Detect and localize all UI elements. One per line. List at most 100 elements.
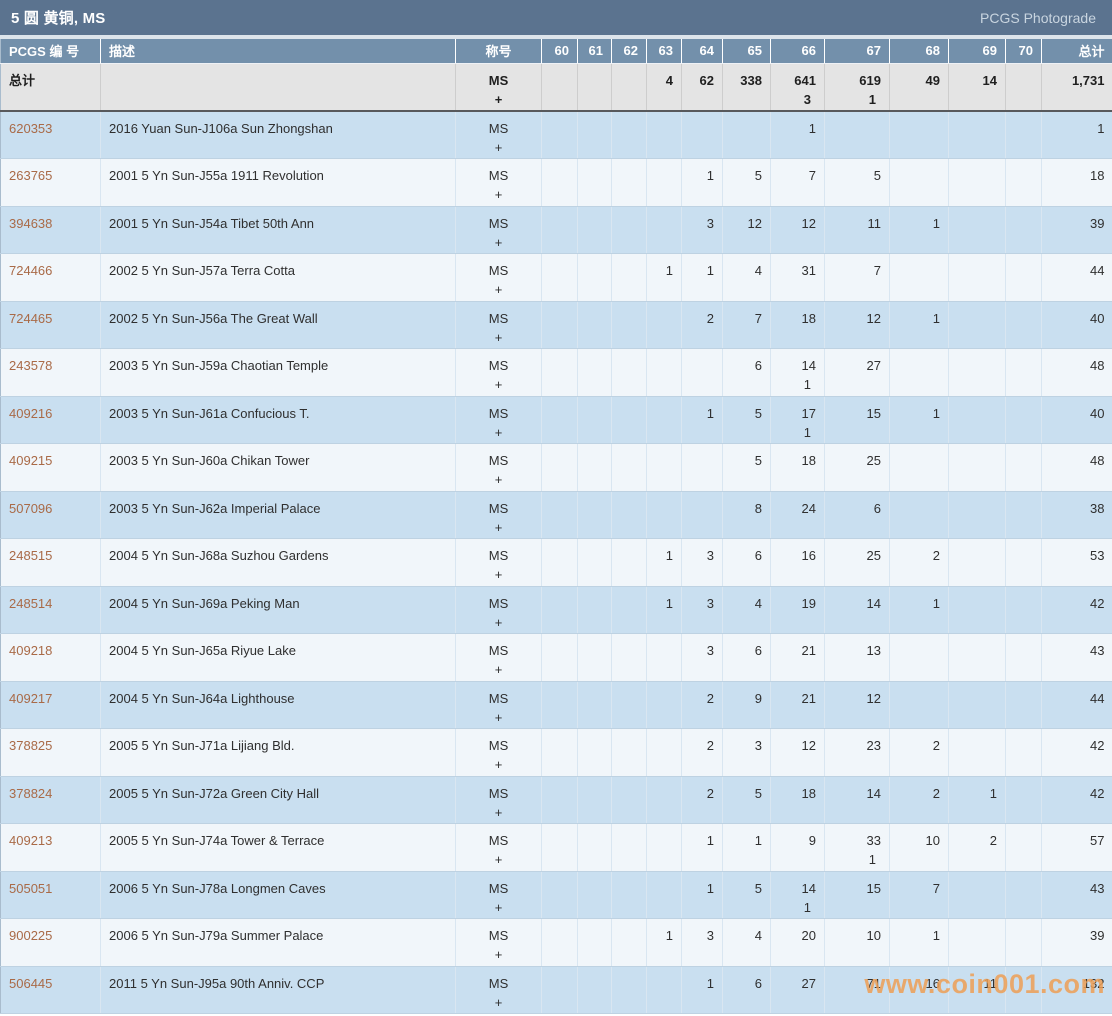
row-total: 44 [1042,681,1112,729]
grade-cell-67: 11 [825,206,890,254]
grade-cell-62 [612,729,647,777]
pcgs-number-link[interactable]: 248515 [9,548,52,563]
coin-description: 2003 5 Yn Sun-J62a Imperial Palace [101,491,456,539]
grade-cell-64: 2 [682,729,723,777]
grade-cell-61 [578,681,612,729]
row-total: 132 [1042,966,1112,1014]
grade-cell-60 [542,919,578,967]
grade-cell-65: 5 [723,444,771,492]
grade-cell-70 [1006,966,1042,1014]
row-total: 44 [1042,254,1112,302]
pcgs-number-link[interactable]: 243578 [9,358,52,373]
grade-cell-60 [542,491,578,539]
coin-description: 2003 5 Yn Sun-J61a Confucious T. [101,396,456,444]
grade-cell-67: 15 [825,871,890,919]
table-row: 409215 2003 5 Yn Sun-J60a Chikan TowerMS+… [1,444,1112,492]
row-total: 53 [1042,539,1112,587]
table-row: 394638 2001 5 Yn Sun-J54a Tibet 50th AnnM… [1,206,1112,254]
pcgs-number-cell: 263765 [1,159,101,207]
pcgs-number-cell: 409216 [1,396,101,444]
grade-cell-62 [612,539,647,587]
grade-cell-62 [612,776,647,824]
grade-cell-70 [1006,254,1042,302]
pcgs-number-link[interactable]: 506445 [9,976,52,991]
pcgs-number-link[interactable]: 409216 [9,406,52,421]
pcgs-number-cell: 409213 [1,824,101,872]
designation-cell: MS+ [456,444,542,492]
grade-cell-70 [1006,824,1042,872]
grade-cell-67: 14 [825,586,890,634]
coin-description: 2006 5 Yn Sun-J78a Longmen Caves [101,871,456,919]
grade-cell-65 [723,111,771,159]
grade-cell-68: 49 [890,63,949,111]
grade-cell-61 [578,871,612,919]
coin-description: 2004 5 Yn Sun-J68a Suzhou Gardens [101,539,456,587]
pcgs-number-link[interactable]: 409218 [9,643,52,658]
pcgs-number-link[interactable]: 620353 [9,121,52,136]
pcgs-number-link[interactable]: 378824 [9,786,52,801]
grade-cell-61 [578,919,612,967]
column-header-total: 总计 [1042,39,1112,63]
grade-cell-63 [647,491,682,539]
grade-cell-67: 25 [825,444,890,492]
coin-description: 2003 5 Yn Sun-J60a Chikan Tower [101,444,456,492]
pcgs-number-cell: 248515 [1,539,101,587]
grade-cell-70 [1006,63,1042,111]
grade-cell-66: 12 [771,206,825,254]
pcgs-number-link[interactable]: 378825 [9,738,52,753]
pcgs-number-link[interactable]: 507096 [9,501,52,516]
grade-cell-62 [612,919,647,967]
grade-cell-64: 2 [682,776,723,824]
grade-cell-66: 9 [771,824,825,872]
grade-cell-65: 4 [723,586,771,634]
grade-cell-67: 13 [825,634,890,682]
designation-cell: MS+ [456,206,542,254]
pcgs-number-link[interactable]: 724465 [9,311,52,326]
grade-cell-67: 27 [825,349,890,397]
pcgs-number-link[interactable]: 505051 [9,881,52,896]
grade-cell-65: 12 [723,206,771,254]
pcgs-number-link[interactable]: 394638 [9,216,52,231]
pcgs-number-link[interactable]: 409213 [9,833,52,848]
pcgs-number-cell: 507096 [1,491,101,539]
grade-cell-64 [682,491,723,539]
coin-description: 2001 5 Yn Sun-J54a Tibet 50th Ann [101,206,456,254]
grade-cell-68 [890,681,949,729]
grade-cell-62 [612,206,647,254]
grade-cell-64: 2 [682,681,723,729]
grade-cell-66: 12 [771,729,825,777]
grade-cell-63 [647,301,682,349]
grade-cell-61 [578,254,612,302]
grade-cell-65: 6 [723,349,771,397]
grade-cell-65: 1 [723,824,771,872]
column-header-g68: 68 [890,39,949,63]
grade-cell-68 [890,349,949,397]
pcgs-number-link[interactable]: 263765 [9,168,52,183]
pcgs-number-cell: 505051 [1,871,101,919]
pcgs-number-cell: 378824 [1,776,101,824]
grade-cell-69 [949,871,1006,919]
grade-cell-66: 141 [771,871,825,919]
grade-cell-62 [612,491,647,539]
grade-cell-69 [949,539,1006,587]
pcgs-number-link[interactable]: 409217 [9,691,52,706]
grade-cell-68: 1 [890,301,949,349]
table-row: 7244652002 5 Yn Sun-J56a The Great WallM… [1,301,1112,349]
pcgs-number-link[interactable]: 409215 [9,453,52,468]
grade-cell-61 [578,824,612,872]
pcgs-number-link[interactable]: 900225 [9,928,52,943]
designation-cell: MS+ [456,824,542,872]
row-total: 48 [1042,349,1112,397]
column-header-g67: 67 [825,39,890,63]
pcgs-number-link[interactable]: 248514 [9,596,52,611]
pcgs-photograde-link[interactable]: PCGS Photograde [980,10,1096,26]
grade-cell-64: 1 [682,396,723,444]
pcgs-number-link[interactable]: 724466 [9,263,52,278]
grade-cell-60 [542,729,578,777]
grade-cell-69 [949,396,1006,444]
pcgs-number-cell: 248514 [1,586,101,634]
grade-cell-61 [578,206,612,254]
grade-cell-60 [542,539,578,587]
row-total: 43 [1042,634,1112,682]
grade-cell-67: 6191 [825,63,890,111]
